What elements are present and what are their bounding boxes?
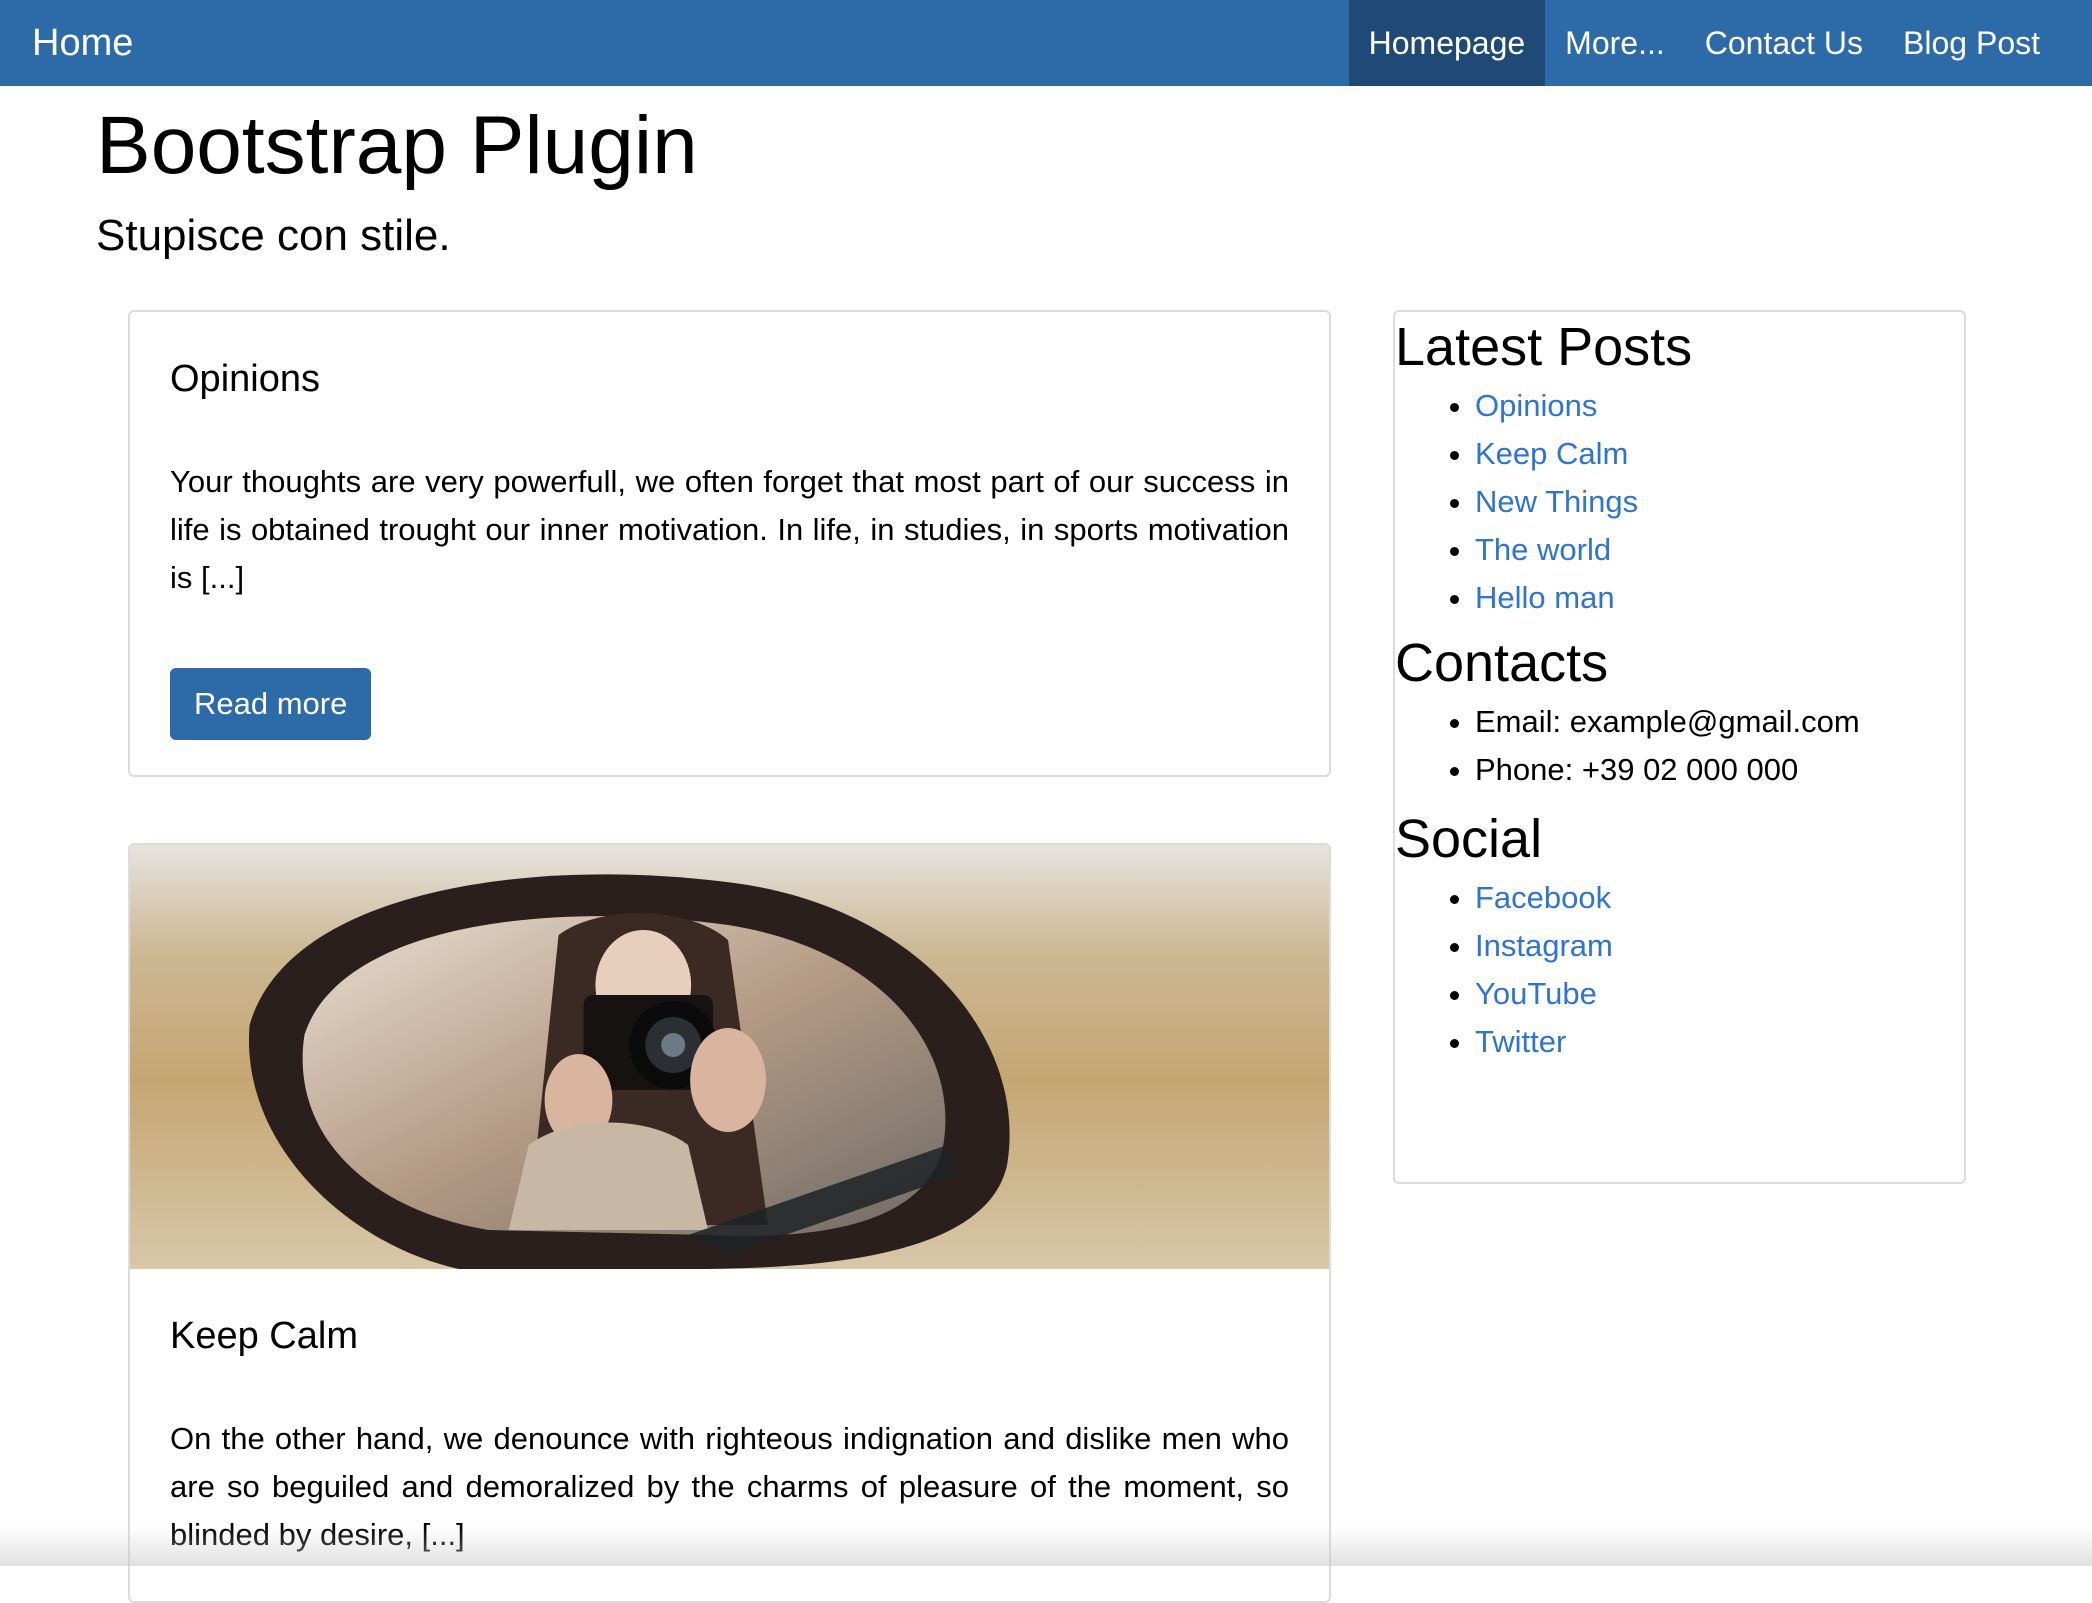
social-heading: Social — [1395, 804, 1964, 874]
latest-post-link-keep-calm[interactable]: Keep Calm — [1475, 436, 1628, 471]
list-item: Twitter — [1475, 1018, 1964, 1066]
post-card-opinions: Opinions Your thoughts are very powerful… — [128, 310, 1331, 777]
social-link-youtube[interactable]: YouTube — [1475, 976, 1597, 1011]
post-image — [130, 845, 1329, 1269]
latest-post-link-the-world[interactable]: The world — [1475, 532, 1611, 567]
brand-home-link[interactable]: Home — [32, 0, 133, 86]
post-title: Keep Calm — [170, 1269, 1289, 1361]
social-link-facebook[interactable]: Facebook — [1475, 880, 1611, 915]
list-item: New Things — [1475, 478, 1964, 526]
list-item: Hello man — [1475, 574, 1964, 622]
social-list: Facebook Instagram YouTube Twitter — [1395, 874, 1964, 1066]
social-link-twitter[interactable]: Twitter — [1475, 1024, 1566, 1059]
nav-link-contact-us[interactable]: Contact Us — [1685, 0, 1883, 86]
list-item: Instagram — [1475, 922, 1964, 970]
sidebar: Latest Posts Opinions Keep Calm New Thin… — [1393, 310, 1966, 1184]
contact-email: Email: example@gmail.com — [1475, 698, 1964, 746]
list-item: Facebook — [1475, 874, 1964, 922]
card-body: Keep Calm On the other hand, we denounce… — [130, 1269, 1329, 1559]
post-excerpt: Your thoughts are very powerfull, we oft… — [170, 458, 1289, 602]
nav-link-homepage[interactable]: Homepage — [1349, 0, 1546, 86]
list-item: YouTube — [1475, 970, 1964, 1018]
nav-links: Homepage More... Contact Us Blog Post — [1349, 0, 2092, 86]
latest-posts-heading: Latest Posts — [1395, 312, 1964, 382]
nav-link-more[interactable]: More... — [1545, 0, 1685, 86]
page-title: Bootstrap Plugin — [96, 96, 698, 196]
post-title: Opinions — [170, 312, 1289, 404]
nav-link-blog-post[interactable]: Blog Post — [1883, 0, 2092, 86]
latest-post-link-opinions[interactable]: Opinions — [1475, 388, 1597, 423]
list-item: Keep Calm — [1475, 430, 1964, 478]
list-item: The world — [1475, 526, 1964, 574]
navbar: Home Homepage More... Contact Us Blog Po… — [0, 0, 2092, 86]
social-link-instagram[interactable]: Instagram — [1475, 928, 1613, 963]
latest-post-link-hello-man[interactable]: Hello man — [1475, 580, 1615, 615]
page-subtitle: Stupisce con stile. — [96, 206, 451, 266]
list-item: Opinions — [1475, 382, 1964, 430]
post-excerpt: On the other hand, we denounce with righ… — [170, 1415, 1289, 1559]
latest-post-link-new-things[interactable]: New Things — [1475, 484, 1638, 519]
contacts-list: Email: example@gmail.com Phone: +39 02 0… — [1395, 698, 1964, 794]
read-more-button[interactable]: Read more — [170, 668, 371, 740]
latest-posts-list: Opinions Keep Calm New Things The world … — [1395, 382, 1964, 622]
post-card-keep-calm: Keep Calm On the other hand, we denounce… — [128, 843, 1331, 1603]
contact-phone: Phone: +39 02 000 000 — [1475, 746, 1964, 794]
contacts-heading: Contacts — [1395, 628, 1964, 698]
card-body: Opinions Your thoughts are very powerful… — [130, 312, 1329, 740]
